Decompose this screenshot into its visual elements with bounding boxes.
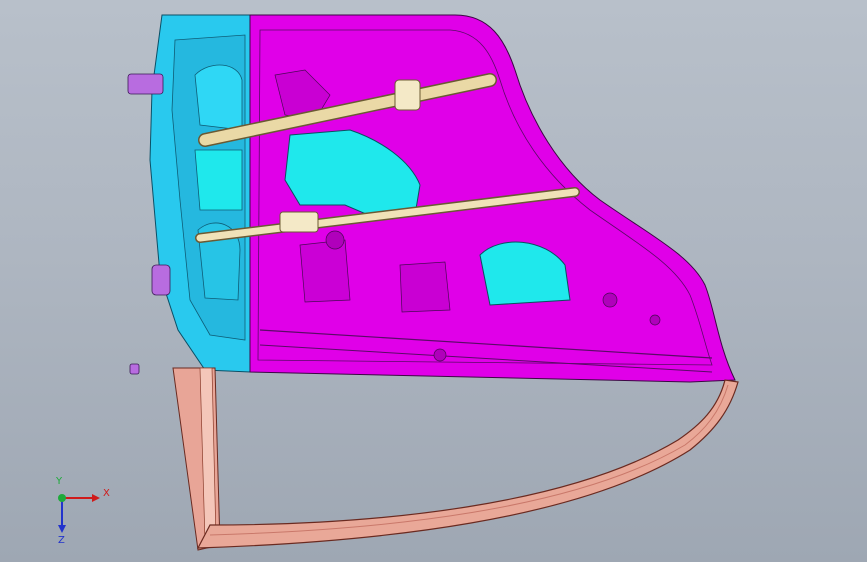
small-clip[interactable] [129, 363, 140, 375]
triad-y-label: Y [55, 476, 63, 487]
outer-panel[interactable] [149, 14, 251, 373]
window-frame[interactable] [172, 367, 739, 551]
coordinate-triad-icon: X Y Z [55, 476, 110, 546]
triad-x-label: X [103, 488, 110, 499]
triad-z-label: Z [58, 535, 65, 546]
hinge-bracket[interactable] [127, 73, 164, 95]
cad-viewport[interactable]: X Y Z [0, 0, 867, 562]
